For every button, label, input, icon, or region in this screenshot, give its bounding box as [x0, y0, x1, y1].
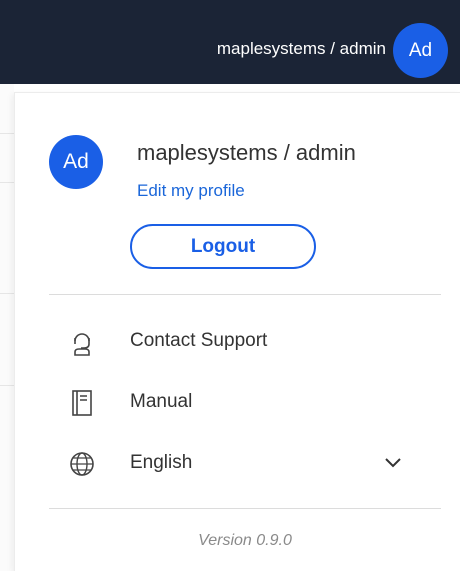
chevron-down-icon[interactable] [383, 455, 403, 471]
book-icon [72, 390, 92, 416]
language-select-value: English [130, 452, 193, 473]
top-bar: maplesystems / admin Ad [0, 0, 460, 84]
menu-item-label: Manual [130, 391, 193, 412]
menu-item-contact-support[interactable]: Contact Support [49, 319, 441, 363]
divider [49, 508, 441, 509]
menu-item-manual[interactable]: Manual [49, 380, 441, 424]
user-avatar-button[interactable]: Ad [393, 23, 448, 78]
divider [49, 294, 441, 295]
background-divider [0, 133, 14, 134]
topbar-user-label[interactable]: maplesystems / admin [217, 38, 386, 60]
background-page [0, 84, 14, 571]
profile-avatar: Ad [49, 135, 103, 189]
background-divider [0, 385, 14, 386]
edit-profile-link[interactable]: Edit my profile [137, 181, 245, 201]
globe-icon [70, 452, 94, 476]
background-divider [0, 182, 14, 183]
profile-name: maplesystems / admin [137, 140, 356, 165]
background-divider [0, 293, 14, 294]
menu-item-language[interactable]: English [49, 441, 441, 485]
version-label: Version 0.9.0 [198, 532, 292, 549]
menu-item-label: Contact Support [130, 330, 268, 351]
logout-button[interactable]: Logout [130, 224, 316, 269]
headset-icon [74, 333, 90, 356]
